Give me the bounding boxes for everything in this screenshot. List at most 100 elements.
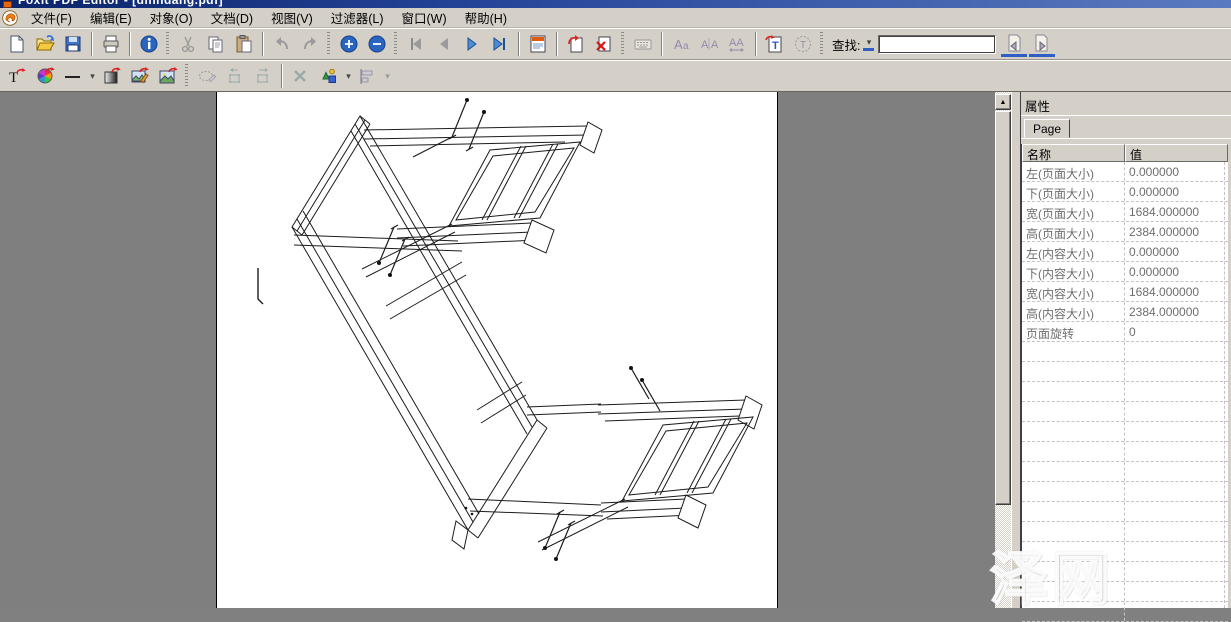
property-value[interactable]: 0 [1125,322,1224,341]
panel-title: 属性 [1025,96,1050,115]
edit-image-icon [130,66,150,86]
app-icon [3,1,12,8]
find-previous-button[interactable] [1001,31,1027,57]
touchup-object-button [194,63,220,89]
document-canvas[interactable] [0,92,995,608]
find-group: 查找:▾ [828,31,1056,57]
toolbar-grip[interactable] [394,32,397,56]
zoom-out-icon [367,34,387,54]
zoom-out-button[interactable] [364,31,390,57]
panel-splitter[interactable] [1011,92,1021,608]
page-layout-button[interactable] [525,31,551,57]
table-row[interactable]: 宽(页面大小)1684.000000 [1022,202,1228,222]
table-row[interactable]: 宽(内容大小)1684.000000 [1022,282,1228,302]
text-circle-icon: T [793,34,813,54]
table-row[interactable]: 左(内容大小)0.000000 [1022,242,1228,262]
toolbar-grip[interactable] [621,32,624,56]
open-file-button[interactable] [32,31,58,57]
shading-object-button[interactable] [99,63,125,89]
first-page-button [403,31,429,57]
scrollbar-thumb[interactable] [995,111,1011,505]
find-next-button[interactable] [1029,31,1055,57]
property-value[interactable]: 2384.000000 [1125,222,1224,241]
color-wheel-icon [35,66,55,86]
insert-page-button[interactable] [563,31,589,57]
table-row[interactable]: 页面旋转0 [1022,322,1228,342]
touchup-object-icon [197,66,217,86]
find-input[interactable] [878,35,996,54]
zoom-in-button[interactable] [336,31,362,57]
scroll-up-button[interactable]: ▲ [995,94,1011,110]
copy-button[interactable] [203,31,229,57]
next-page-button[interactable] [459,31,485,57]
wing-frame-top [364,122,602,253]
cut-button [175,31,201,57]
toolbar-separator [281,64,283,88]
new-document-button[interactable] [4,31,30,57]
edit-image-button[interactable] [127,63,153,89]
toolbar-grip[interactable] [327,32,330,56]
page-drawing-frame-diagram [0,92,995,608]
menu-item-2[interactable]: 对象(O) [141,6,202,29]
menu-item-0[interactable]: 文件(F) [22,6,81,29]
text-object-button[interactable]: T [4,63,30,89]
table-row[interactable]: 下(内容大小)0.000000 [1022,262,1228,282]
font-style-button: Aa [668,31,694,57]
delete-page-button[interactable] [591,31,617,57]
menu-item-4[interactable]: 视图(V) [262,6,322,29]
paste-icon [234,34,254,54]
delete-object-button [288,63,314,89]
properties-panel: 属性 Page 名称 值 左(页面大小)0.000000下(页面大小)0.000… [1021,92,1231,608]
menu-item-7[interactable]: 帮助(H) [456,6,516,29]
property-value[interactable]: 0.000000 [1125,182,1224,201]
menu-bar: 文件(F)编辑(E)对象(O)文档(D)视图(V)过滤器(L)窗口(W)帮助(H… [0,8,1231,28]
menu-item-1[interactable]: 编辑(E) [81,6,141,29]
font-style-icon: Aa [671,34,691,54]
toolbar-grip[interactable] [166,32,169,56]
menu-item-5[interactable]: 过滤器(L) [322,6,393,29]
insert-shapes-button[interactable] [316,63,342,89]
new-document-icon [7,34,27,54]
table-empty-row [1022,422,1228,442]
property-value[interactable]: 1684.000000 [1125,202,1224,221]
property-name: 下(内容大小) [1022,262,1125,281]
document-info-button[interactable] [136,31,162,57]
dropdown-caret[interactable]: ▾ [87,71,98,82]
toolbar-separator [91,32,93,56]
vertical-scrollbar[interactable]: ▲ [995,92,1011,608]
page-layout-icon [528,34,548,54]
toolbar-grip[interactable] [820,32,823,56]
table-row[interactable]: 下(页面大小)0.000000 [1022,182,1228,202]
document-window-icon[interactable] [2,10,18,26]
paste-button[interactable] [231,31,257,57]
property-value[interactable]: 0.000000 [1125,162,1224,181]
menu-item-3[interactable]: 文档(D) [202,6,262,29]
save-file-button[interactable] [60,31,86,57]
keyboard-button [630,31,656,57]
menu-item-6[interactable]: 窗口(W) [393,6,456,29]
last-page-button[interactable] [487,31,513,57]
dropdown-caret[interactable]: ▾ [382,71,393,82]
toolbar-grip[interactable] [185,64,188,88]
property-value[interactable]: 0.000000 [1125,242,1224,261]
rotate-object-left-button [222,63,248,89]
add-image-button[interactable] [155,63,181,89]
insert-page-icon [566,34,586,54]
line-style-button[interactable] [60,63,86,89]
table-row[interactable]: 高(内容大小)2384.000000 [1022,302,1228,322]
property-value[interactable]: 2384.000000 [1125,302,1224,321]
property-value[interactable]: 1684.000000 [1125,282,1224,301]
insert-shapes-icon [319,66,339,86]
svg-text:A: A [711,39,719,51]
find-history-caret[interactable]: ▾ [863,37,874,51]
print-button[interactable] [98,31,124,57]
previous-page-button [431,31,457,57]
property-value[interactable]: 0.000000 [1125,262,1224,281]
shading-object-icon [102,66,122,86]
table-row[interactable]: 左(页面大小)0.000000 [1022,162,1228,182]
tab-page[interactable]: Page [1024,119,1070,138]
table-row[interactable]: 高(页面大小)2384.000000 [1022,222,1228,242]
dropdown-caret[interactable]: ▾ [343,71,354,82]
add-text-button[interactable]: T [762,31,788,57]
color-wheel-button[interactable] [32,63,58,89]
